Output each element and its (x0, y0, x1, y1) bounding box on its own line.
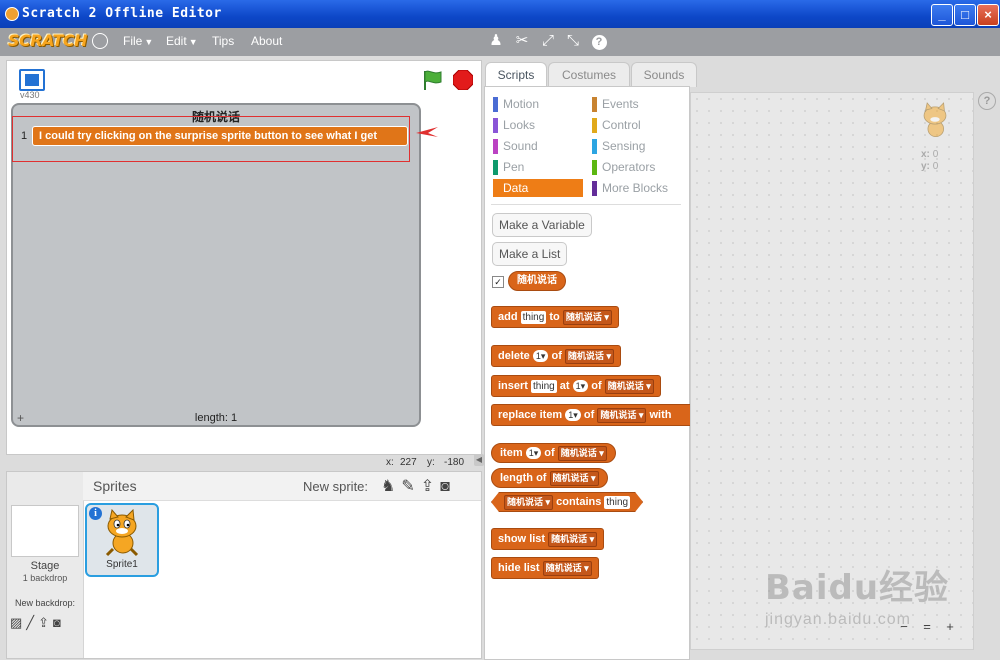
category-sensing[interactable]: Sensing (592, 139, 682, 155)
version-label: v430 (20, 90, 40, 100)
cut-icon[interactable]: ✂ (513, 32, 531, 50)
paint-sprite-icon[interactable]: ✎ (401, 478, 420, 495)
block-item-of-list[interactable]: item 1▾ of 随机说话 ▾ (491, 443, 616, 463)
sprite-panel: Stage 1 backdrop New backdrop: ▨╱⇪◙ Spri… (6, 471, 482, 659)
menu-edit[interactable]: Edit ▼ (166, 34, 198, 48)
list-length-label: length: 1 (194, 412, 238, 424)
upload-backdrop-icon[interactable]: ⇪ (38, 615, 53, 630)
camera-sprite-icon[interactable]: ◙ (440, 478, 456, 495)
cat-sprite-icon (105, 509, 139, 557)
menu-bar: SCRATCH File ▼ Edit ▼ Tips About ♟ ✂ ⤢ ⤡ ? (0, 28, 1000, 56)
stage-label: Stage (30, 560, 60, 572)
cat-sprite-preview-icon (923, 102, 947, 138)
category-divider (491, 204, 681, 205)
backdrop-library-icon[interactable]: ▨ (10, 615, 26, 630)
stage-panel: v430 随机说话 1 I could try clicking on the … (6, 60, 482, 455)
list-reporter-block[interactable]: 随机说话 (508, 271, 566, 291)
mouse-x-value: 227 (400, 457, 417, 468)
sprite-library-icon[interactable]: ♞ (381, 478, 401, 495)
mouse-x-label: x: (386, 457, 394, 468)
zoom-in-icon[interactable]: + (942, 619, 958, 635)
category-data[interactable]: Data (493, 179, 583, 197)
annotation-arrow-icon (416, 127, 438, 137)
block-hide-list[interactable]: hide list 随机说话 ▾ (491, 557, 599, 579)
annotation-highlight-box (12, 116, 410, 162)
tab-sounds[interactable]: Sounds (631, 62, 697, 87)
block-show-list[interactable]: show list 随机说话 ▾ (491, 528, 605, 550)
sprite-tile[interactable]: i Sprite1 (85, 503, 159, 577)
close-button[interactable]: × (977, 4, 999, 26)
sprite-name: Sprite1 (106, 559, 138, 570)
category-control[interactable]: Control (592, 118, 682, 134)
stop-icon[interactable] (453, 70, 473, 90)
tab-scripts[interactable]: Scripts (485, 62, 547, 87)
make-variable-button[interactable]: Make a Variable (492, 213, 592, 237)
block-delete-of-list[interactable]: delete 1▾ of 随机说话 ▾ (491, 345, 621, 367)
menu-tips[interactable]: Tips (212, 34, 234, 48)
category-operators[interactable]: Operators (592, 160, 682, 176)
green-flag-icon[interactable] (421, 69, 443, 91)
category-sound[interactable]: Sound (493, 139, 583, 155)
globe-icon[interactable] (92, 33, 108, 49)
menu-file[interactable]: File ▼ (123, 34, 153, 48)
category-motion[interactable]: Motion (493, 97, 583, 113)
category-events[interactable]: Events (592, 97, 682, 113)
sprite-header: Sprites New sprite: ♞✎⇪◙ (83, 472, 481, 501)
title-bar: Scratch 2 Offline Editor _ □ × (0, 0, 1000, 28)
window-title: Scratch 2 Offline Editor (22, 6, 222, 21)
list-visible-checkbox[interactable]: ✓ (492, 276, 504, 288)
zoom-reset-icon[interactable]: = (919, 619, 935, 635)
block-add-to-list[interactable]: add thing to 随机说话 ▾ (491, 306, 619, 328)
paint-backdrop-icon[interactable]: ╱ (26, 615, 38, 630)
upload-sprite-icon[interactable]: ⇪ (421, 478, 440, 495)
shrink-icon[interactable]: ⤡ (564, 32, 582, 50)
new-sprite-label: New sprite: (303, 479, 369, 494)
new-backdrop-label: New backdrop: (14, 598, 76, 608)
help-icon[interactable]: ? (978, 92, 996, 110)
category-pen[interactable]: Pen (493, 160, 583, 176)
block-list-contains[interactable]: 随机说话 ▾ contains thing (491, 492, 643, 512)
mouse-y-label: y: (427, 457, 435, 468)
stage-column: Stage 1 backdrop New backdrop: ▨╱⇪◙ (7, 472, 84, 658)
zoom-out-icon[interactable]: − (896, 619, 912, 635)
block-replace-item[interactable]: replace item 1▾ of 随机说话 ▾ with (491, 404, 694, 426)
sprites-title: Sprites (93, 478, 137, 494)
scratch-logo[interactable]: SCRATCH (8, 31, 87, 50)
help-icon[interactable]: ? (590, 32, 608, 50)
minimize-button[interactable]: _ (931, 4, 953, 26)
tab-costumes[interactable]: Costumes (548, 62, 630, 87)
stage-thumbnail[interactable] (11, 505, 79, 557)
maximize-button[interactable]: □ (954, 4, 976, 26)
sprite-x-readout: x: 0 (921, 149, 939, 160)
backdrop-count: 1 backdrop (22, 573, 68, 583)
collapse-arrow-icon[interactable]: ◀ (474, 454, 484, 466)
grow-icon[interactable]: ⤢ (539, 32, 557, 50)
block-palette: Motion Events Looks Control Sound Sensin… (484, 86, 694, 660)
block-length-of-list[interactable]: length of 随机说话 ▾ (491, 468, 608, 488)
menu-about[interactable]: About (251, 34, 282, 48)
category-more-blocks[interactable]: More Blocks (592, 181, 682, 197)
mouse-y-value: -180 (444, 457, 465, 468)
app-icon (5, 7, 19, 21)
category-looks[interactable]: Looks (493, 118, 583, 134)
camera-backdrop-icon[interactable]: ◙ (53, 615, 65, 630)
duplicate-icon[interactable]: ♟ (487, 32, 505, 50)
fullscreen-icon[interactable] (19, 69, 45, 91)
sprite-y-readout: y: 0 (921, 161, 939, 172)
block-insert-at-list[interactable]: insert thing at 1▾ of 随机说话 ▾ (491, 375, 661, 397)
make-list-button[interactable]: Make a List (492, 242, 568, 266)
